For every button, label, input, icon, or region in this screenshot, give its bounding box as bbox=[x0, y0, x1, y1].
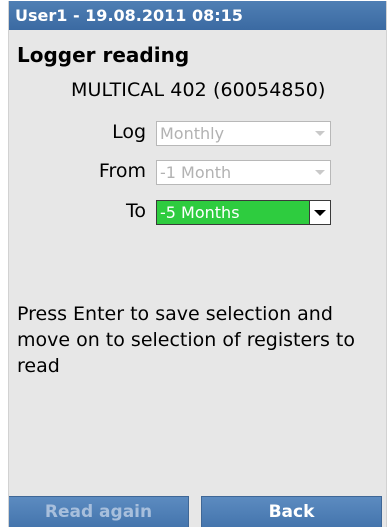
to-select[interactable]: -5 Months bbox=[156, 200, 331, 225]
log-label: Log bbox=[112, 121, 146, 143]
chevron-down-icon bbox=[314, 210, 326, 216]
back-button[interactable]: Back bbox=[201, 496, 382, 527]
to-select-value: -5 Months bbox=[160, 203, 240, 222]
device-screen: User1 - 19.08.2011 08:15 Logger reading … bbox=[8, 1, 387, 527]
title-bar-text: User1 - 19.08.2011 08:15 bbox=[15, 6, 243, 25]
device-label: MULTICAL 402 (60054850) bbox=[71, 79, 326, 101]
to-label: To bbox=[125, 200, 146, 222]
instructions-text: Press Enter to save selection and move o… bbox=[17, 303, 356, 377]
read-again-button[interactable]: Read again bbox=[9, 496, 189, 527]
from-select[interactable]: -1 Month bbox=[156, 160, 331, 185]
log-select[interactable]: Monthly bbox=[156, 121, 331, 146]
log-select-value: Monthly bbox=[160, 124, 225, 143]
title-bar: User1 - 19.08.2011 08:15 bbox=[9, 1, 386, 30]
chevron-down-icon bbox=[315, 131, 325, 136]
from-select-value: -1 Month bbox=[160, 163, 232, 182]
from-label: From bbox=[98, 160, 146, 182]
page-title: Logger reading bbox=[17, 43, 190, 67]
chevron-down-icon bbox=[315, 170, 325, 175]
dropdown-button[interactable] bbox=[309, 201, 330, 224]
